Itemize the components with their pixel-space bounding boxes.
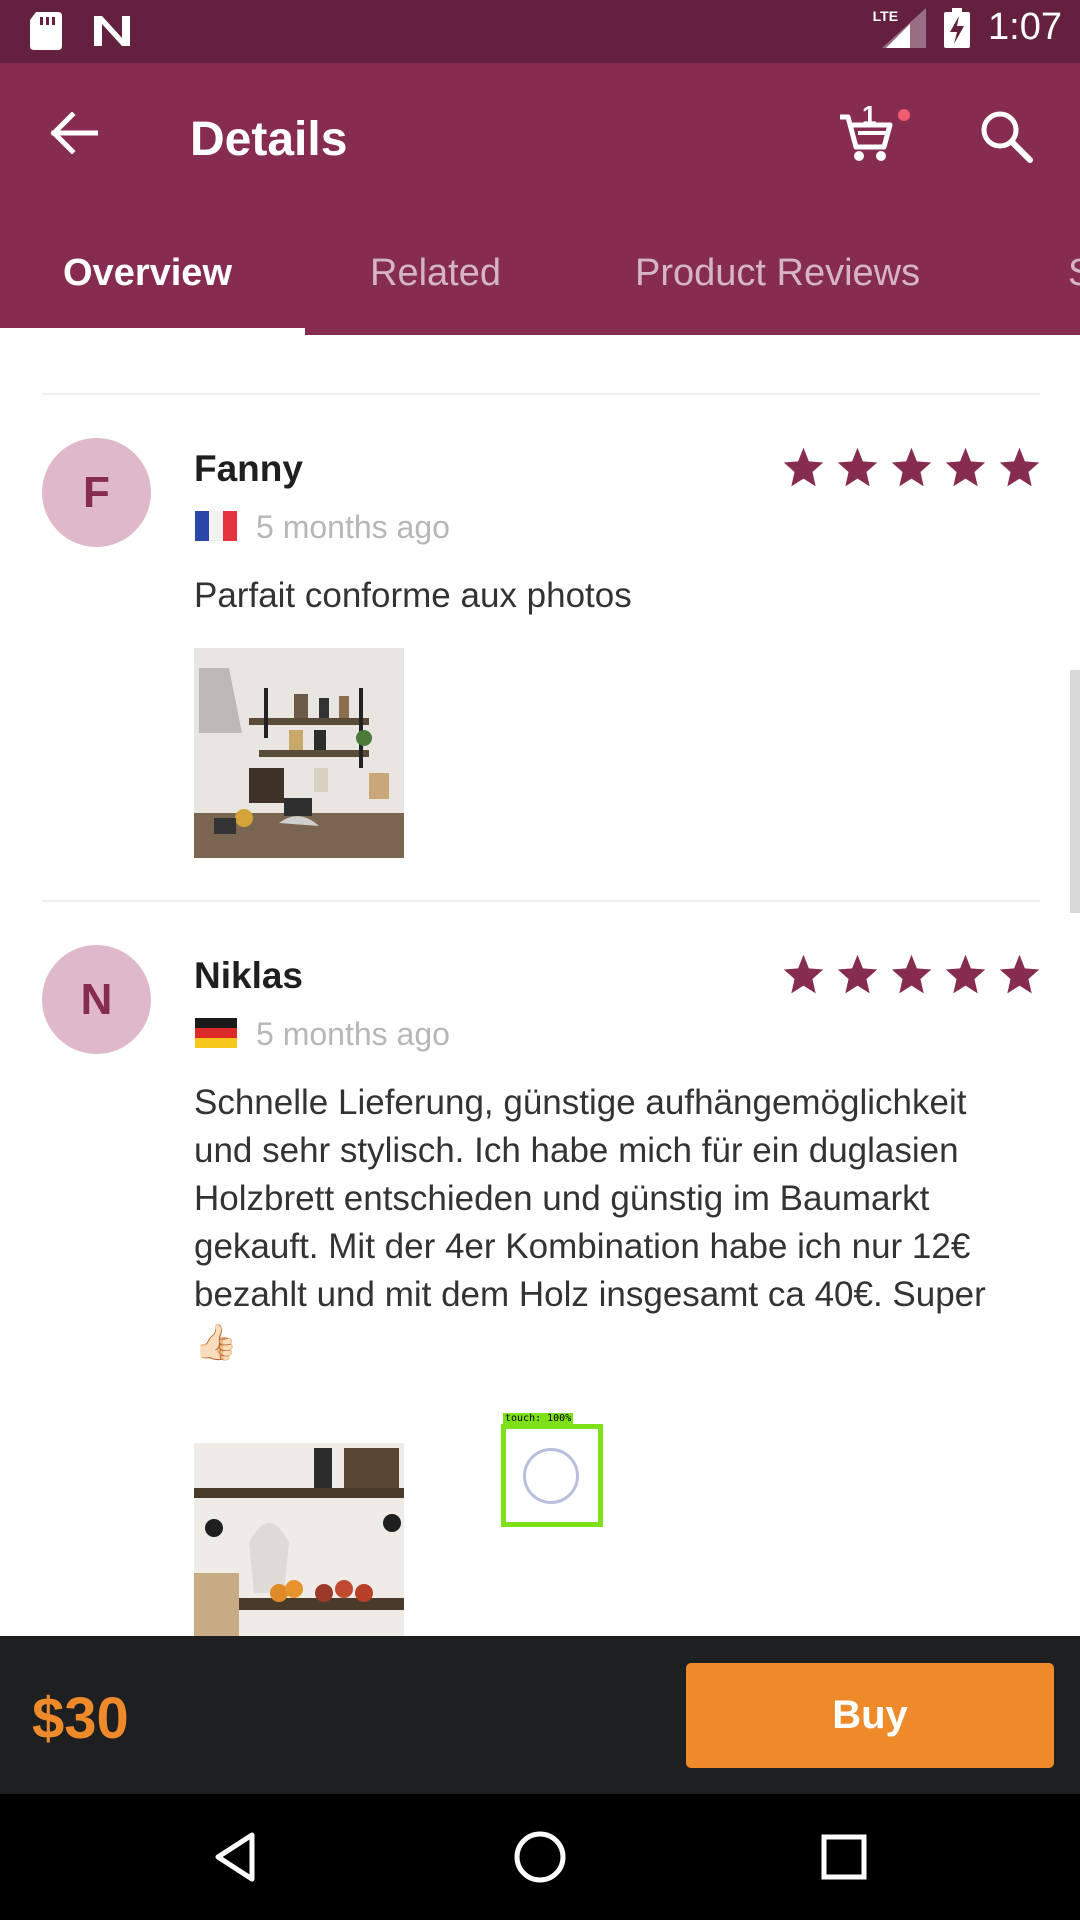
tab-indicator (0, 328, 305, 335)
reviewer-name: Niklas (194, 955, 304, 996)
review-photo[interactable] (194, 1443, 404, 1636)
review-date: 5 months ago (256, 509, 450, 545)
nav-recents-icon (821, 1834, 867, 1880)
review-text: Schnelle Lieferung, günstige aufhängemög… (194, 1083, 986, 1362)
star-rating (782, 953, 1041, 996)
touch-indicator-label: touch: 100% (503, 1413, 574, 1424)
status-bar: LTE 1:07 (0, 0, 1080, 63)
price-label: $30 (32, 1686, 129, 1751)
star-icon (837, 954, 878, 994)
star-rating (782, 446, 1041, 489)
notification-n-icon (94, 16, 130, 46)
page-title: Details (190, 113, 348, 166)
star-icon (783, 954, 824, 994)
star-icon (837, 447, 878, 487)
back-arrow-icon (50, 112, 98, 154)
nav-home-icon (514, 1831, 566, 1883)
review-divider (42, 900, 1040, 902)
review-divider (42, 393, 1040, 395)
avatar: F (42, 438, 151, 547)
scrollbar-thumb[interactable] (1070, 670, 1080, 913)
back-button[interactable] (44, 103, 104, 163)
tab-bar: Overview Related Product Reviews S (0, 240, 1080, 335)
network-label: LTE (872, 7, 899, 24)
tab-related[interactable]: Related (370, 252, 501, 295)
battery-charging-icon (944, 7, 971, 48)
status-time: 1:07 (988, 6, 1062, 48)
buy-button[interactable]: Buy (686, 1663, 1054, 1768)
star-icon (945, 447, 986, 487)
germany-flag-icon (195, 1018, 237, 1048)
star-icon (999, 447, 1040, 487)
reviewer-name: Fanny (194, 448, 303, 489)
france-flag-icon (195, 511, 237, 541)
system-nav-bar (0, 1794, 1080, 1920)
nav-recents-button[interactable] (814, 1827, 874, 1887)
star-icon (783, 447, 824, 487)
nav-home-button[interactable] (510, 1827, 570, 1887)
review-date: 5 months ago (256, 1016, 450, 1052)
tab-overview[interactable]: Overview (63, 252, 232, 295)
purchase-bar: $30 Buy (0, 1636, 1080, 1794)
sd-card-icon (30, 12, 62, 50)
cart-count-badge: 1 (862, 100, 877, 130)
touch-point-icon (523, 1448, 579, 1504)
tab-product-reviews[interactable]: Product Reviews (635, 252, 920, 295)
review-photo[interactable] (194, 648, 404, 858)
star-icon (891, 954, 932, 994)
search-button[interactable] (978, 108, 1034, 164)
star-icon (999, 954, 1040, 994)
review-text: Parfait conforme aux photos (194, 576, 632, 615)
star-icon (891, 447, 932, 487)
nav-back-icon (215, 1832, 255, 1882)
star-icon (945, 954, 986, 994)
nav-back-button[interactable] (206, 1827, 266, 1887)
search-icon (981, 111, 1033, 163)
avatar: N (42, 945, 151, 1054)
cart-notification-dot (898, 109, 910, 121)
tab-truncated[interactable]: S (1068, 252, 1080, 295)
